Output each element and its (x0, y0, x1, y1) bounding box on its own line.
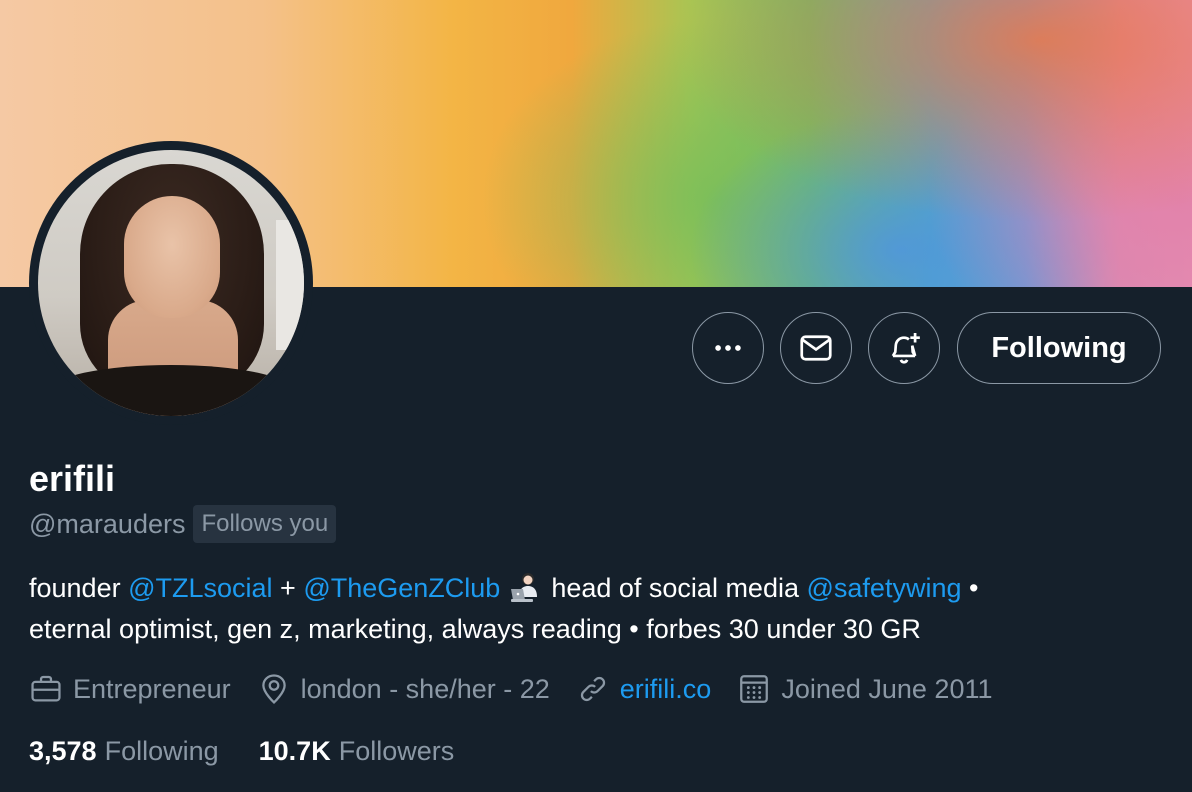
bio-line-1: founder @TZLsocial + @TheGenZClub head o… (29, 568, 1159, 609)
profile-handle: @marauders (29, 508, 186, 539)
profile-avatar[interactable] (29, 141, 313, 425)
bio-text: + (272, 573, 304, 603)
location-item: london - she/her - 22 (257, 672, 550, 706)
following-count: 3,578 (29, 736, 97, 766)
mention-safetywing-link[interactable]: @safetywing (807, 573, 962, 603)
handle-row: @marauders Follows you (29, 505, 337, 543)
location-pin-icon (261, 674, 286, 705)
following-button[interactable]: Following (957, 312, 1161, 384)
briefcase-icon (31, 675, 61, 702)
display-name: erifili (29, 458, 116, 499)
mention-tzlsocial-link[interactable]: @TZLsocial (128, 573, 272, 603)
bell-plus-icon (891, 332, 920, 364)
person-with-laptop-emoji-icon (508, 571, 544, 603)
more-options-button[interactable] (692, 312, 764, 384)
following-stat-link[interactable]: 3,578 Following (29, 736, 219, 767)
profile-meta: Entrepreneur london - she/her - 22 erifi… (29, 672, 1019, 706)
link-icon (580, 676, 605, 702)
mention-thegenzclub-link[interactable]: @TheGenZClub (303, 573, 500, 603)
more-horizontal-icon (715, 345, 741, 351)
follows-you-badge: Follows you (193, 505, 337, 543)
website-item[interactable]: erifili.co (576, 672, 712, 706)
bio-text: head of social media (543, 573, 807, 603)
joined-item: Joined June 2011 (737, 672, 993, 706)
profile-page: Following erifili @marauders Follows you… (0, 0, 1192, 792)
avatar-photo (38, 150, 304, 416)
profile-stats: 3,578 Following 10.7K Followers (29, 736, 494, 767)
profile-bio: founder @TZLsocial + @TheGenZClub head o… (29, 568, 1159, 650)
joined-text: Joined June 2011 (781, 673, 993, 704)
followers-stat-link[interactable]: 10.7K Followers (259, 736, 455, 767)
bio-text: • (961, 573, 979, 603)
profession-item: Entrepreneur (29, 672, 231, 706)
website-link[interactable]: erifili.co (620, 674, 712, 705)
notifications-button[interactable] (868, 312, 940, 384)
profession-text: Entrepreneur (73, 673, 231, 704)
followers-label: Followers (338, 736, 455, 766)
location-text: london - she/her - 22 (300, 673, 550, 704)
following-label: Following (104, 736, 219, 766)
calendar-icon (740, 675, 769, 703)
bio-line-2: eternal optimist, gen z, marketing, alwa… (29, 614, 921, 644)
envelope-icon (800, 335, 832, 361)
followers-count: 10.7K (258, 736, 331, 766)
bio-text: founder (29, 573, 129, 603)
message-button[interactable] (780, 312, 852, 384)
